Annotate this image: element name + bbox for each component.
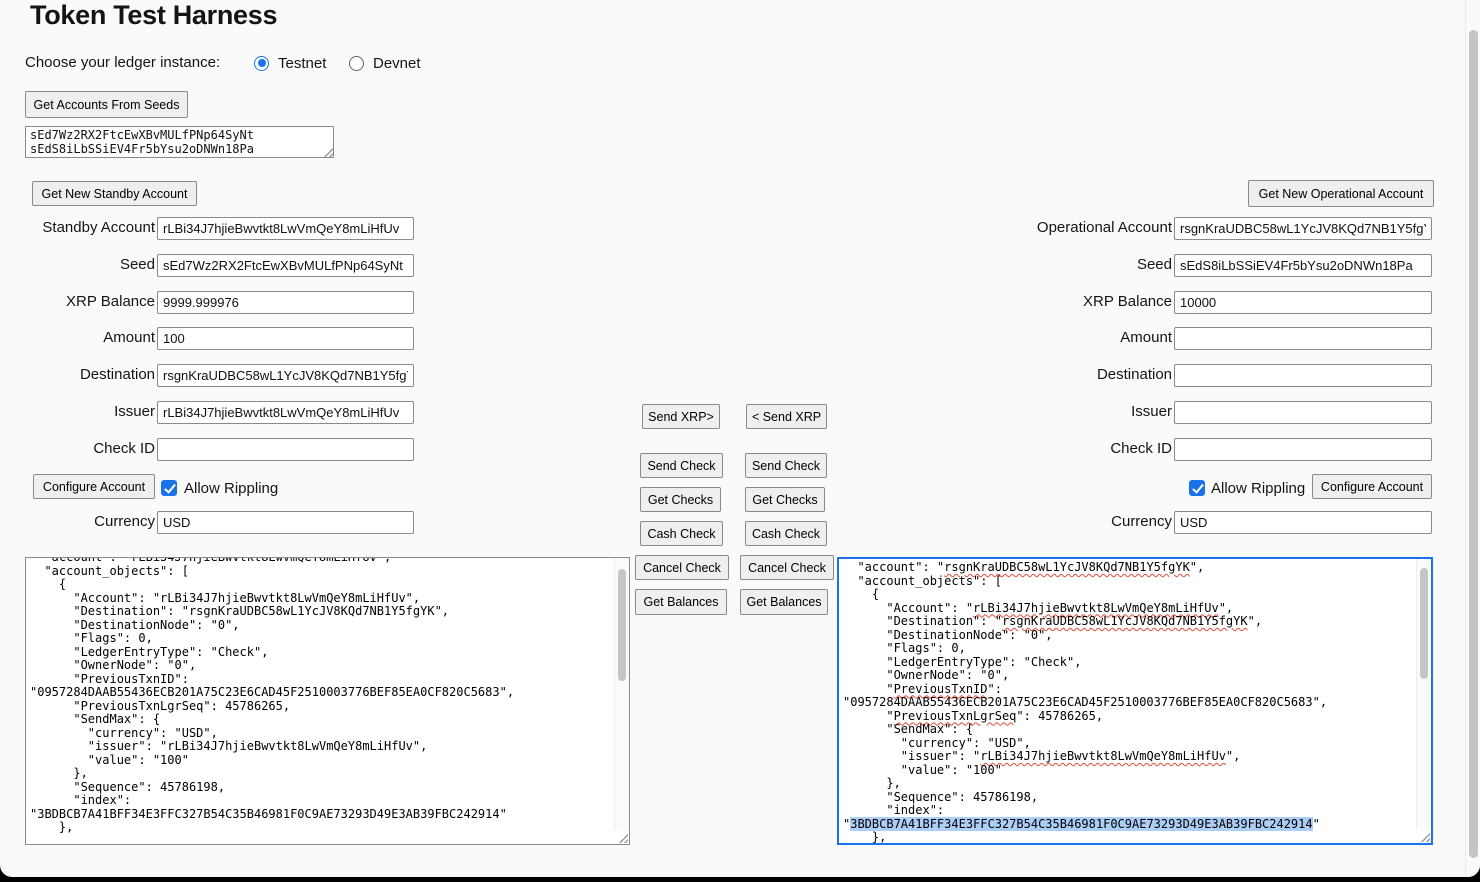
operational-results-textarea[interactable]: "account": "rsgnKraUDBC58wL1YcJV8KQd7NB1… [837,557,1433,845]
standby-amount-input[interactable] [157,327,414,350]
standby-amount-label: Amount [0,329,155,348]
standby-issuer-label: Issuer [0,403,155,422]
radio-option-testnet[interactable]: Testnet [254,54,326,72]
standby-cancel-check-button[interactable]: Cancel Check [635,555,729,580]
standby-allow-rippling-label: Allow Rippling [184,480,278,497]
radio-icon-devnet[interactable] [349,56,364,71]
standby-get-checks-button[interactable]: Get Checks [640,487,721,512]
operational-account-label: Operational Account [965,219,1172,238]
standby-cash-check-button[interactable]: Cash Check [640,521,723,546]
standby-currency-label: Currency [0,513,155,532]
standby-allow-rippling-checkbox[interactable] [161,480,177,496]
get-new-operational-account-button[interactable]: Get New Operational Account [1248,180,1434,207]
standby-destination-input[interactable] [157,364,414,387]
operational-destination-input[interactable] [1174,364,1432,387]
seeds-textarea[interactable]: sEd7Wz2RX2FtcEwXBvMULfPNp64SyNt sEdS8iLb… [25,126,334,158]
radio-label-devnet: Devnet [373,55,421,72]
operational-xrp-balance-input[interactable] [1174,291,1432,314]
operational-cancel-check-button[interactable]: Cancel Check [740,555,834,580]
operational-allow-rippling-checkbox[interactable] [1189,480,1205,496]
operational-currency-input[interactable] [1174,511,1432,534]
operational-issuer-input[interactable] [1174,401,1432,424]
standby-configure-account-button[interactable]: Configure Account [33,474,155,499]
operational-check-id-label: Check ID [965,440,1172,459]
token-test-harness-page: Token Test Harness Choose your ledger in… [0,0,1480,877]
operational-amount-input[interactable] [1174,327,1432,350]
send-xrp-to-operational-button[interactable]: Send XRP> [642,404,720,429]
standby-account-input[interactable] [157,217,414,240]
page-scrollbar[interactable] [1465,0,1480,877]
standby-xrp-balance-label: XRP Balance [0,293,155,312]
send-xrp-to-standby-button[interactable]: < Send XRP [746,404,827,429]
standby-results-text: "account": "rLBi34J7hjieBwvtkt8LwVmQeY8m… [26,558,615,837]
standby-results-textarea[interactable]: "account": "rLBi34J7hjieBwvtkt8LwVmQeY8m… [25,557,630,845]
seeds-textarea-wrap: sEd7Wz2RX2FtcEwXBvMULfPNp64SyNt sEdS8iLb… [25,126,334,158]
operational-results-scrollbar-thumb[interactable] [1420,568,1428,679]
standby-results-scrollbar[interactable] [614,558,629,830]
operational-get-balances-button[interactable]: Get Balances [740,589,828,615]
page-title: Token Test Harness [30,0,277,31]
standby-check-id-label: Check ID [0,440,155,459]
operational-amount-label: Amount [965,329,1172,348]
standby-destination-label: Destination [0,366,155,385]
ledger-instance-label: Choose your ledger instance: [25,54,220,71]
get-accounts-from-seeds-button[interactable]: Get Accounts From Seeds [25,91,188,118]
operational-results-scrollbar[interactable] [1416,559,1431,829]
operational-results-text: "account": "rsgnKraUDBC58wL1YcJV8KQd7NB1… [839,559,1417,843]
operational-xrp-balance-label: XRP Balance [965,293,1172,312]
standby-currency-input[interactable] [157,511,414,534]
standby-issuer-input[interactable] [157,401,414,424]
standby-xrp-balance-input[interactable] [157,291,414,314]
operational-destination-label: Destination [965,366,1172,385]
standby-account-label: Standby Account [0,219,155,238]
operational-get-checks-button[interactable]: Get Checks [745,487,825,512]
operational-currency-label: Currency [965,513,1172,532]
standby-seed-label: Seed [0,256,155,275]
operational-issuer-label: Issuer [965,403,1172,422]
standby-send-check-button[interactable]: Send Check [640,453,723,478]
operational-send-check-button[interactable]: Send Check [745,453,827,478]
operational-seed-label: Seed [965,256,1172,275]
radio-option-devnet[interactable]: Devnet [349,54,421,72]
get-new-standby-account-button[interactable]: Get New Standby Account [32,181,197,206]
radio-label-testnet: Testnet [278,55,326,72]
operational-account-input[interactable] [1174,217,1432,240]
operational-allow-rippling-label: Allow Rippling [1211,480,1305,497]
page-scrollbar-thumb[interactable] [1469,30,1478,858]
standby-get-balances-button[interactable]: Get Balances [635,589,727,615]
operational-check-id-input[interactable] [1174,438,1432,461]
operational-cash-check-button[interactable]: Cash Check [745,521,827,546]
standby-seed-input[interactable] [157,254,414,277]
operational-configure-account-button[interactable]: Configure Account [1312,474,1432,499]
standby-results-scrollbar-thumb[interactable] [618,569,626,681]
browser-viewport: Token Test Harness Choose your ledger in… [0,0,1480,882]
standby-check-id-input[interactable] [157,438,414,461]
radio-icon-testnet[interactable] [254,56,269,71]
operational-seed-input[interactable] [1174,254,1432,277]
